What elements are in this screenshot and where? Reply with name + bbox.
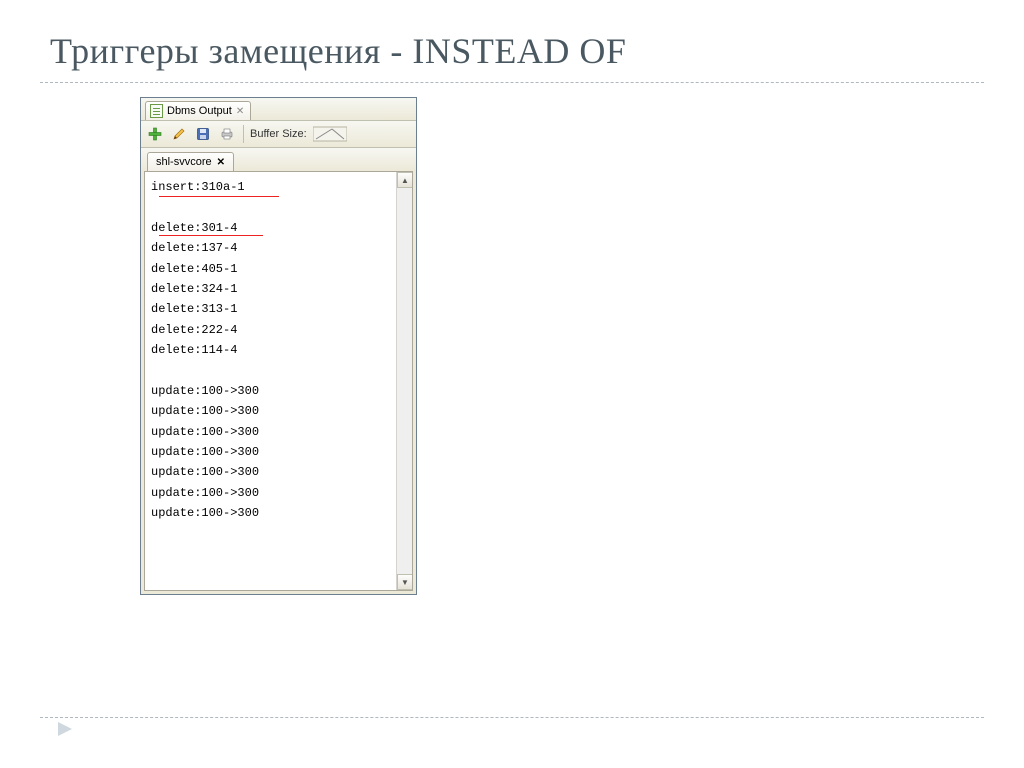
slide-title: Триггеры замещения - INSTEAD OF: [0, 0, 1024, 82]
tab-dbms-output[interactable]: Dbms Output ✕: [145, 101, 251, 120]
annotation-underline: [159, 235, 263, 236]
title-divider: [40, 82, 984, 83]
pencil-icon: [172, 127, 186, 141]
vertical-scrollbar[interactable]: ▲ ▼: [396, 172, 412, 590]
plus-icon: [148, 127, 162, 141]
connection-tab-label: shl-svvcore: [156, 156, 212, 168]
panel-tab-bar: Dbms Output ✕: [141, 98, 416, 121]
add-button[interactable]: [145, 124, 165, 144]
printer-icon: [220, 127, 234, 141]
close-icon[interactable]: ✕: [236, 106, 244, 117]
footer-divider: [40, 717, 984, 718]
save-button[interactable]: [193, 124, 213, 144]
connection-tab-bar: shl-svvcore ✕: [141, 148, 416, 171]
buffer-size-indicator: [313, 125, 347, 143]
edit-button[interactable]: [169, 124, 189, 144]
document-icon: [150, 104, 163, 118]
dbms-output-panel: Dbms Output ✕: [140, 97, 417, 595]
scroll-up-button[interactable]: ▲: [397, 172, 413, 188]
floppy-icon: [196, 127, 210, 141]
next-slide-arrow-icon: [55, 718, 77, 740]
tab-label: Dbms Output: [167, 105, 232, 117]
close-icon[interactable]: ✕: [217, 157, 225, 168]
annotation-underline: [159, 196, 279, 197]
toolbar: Buffer Size:: [141, 121, 416, 148]
buffer-size-label: Buffer Size:: [250, 128, 307, 140]
output-area: insert:310a-1 delete:301-4 delete:137-4 …: [144, 171, 413, 591]
print-button[interactable]: [217, 124, 237, 144]
scroll-down-button[interactable]: ▼: [397, 574, 413, 590]
connection-tab[interactable]: shl-svvcore ✕: [147, 152, 234, 172]
toolbar-separator: [243, 125, 244, 143]
output-text: insert:310a-1 delete:301-4 delete:137-4 …: [145, 172, 412, 529]
